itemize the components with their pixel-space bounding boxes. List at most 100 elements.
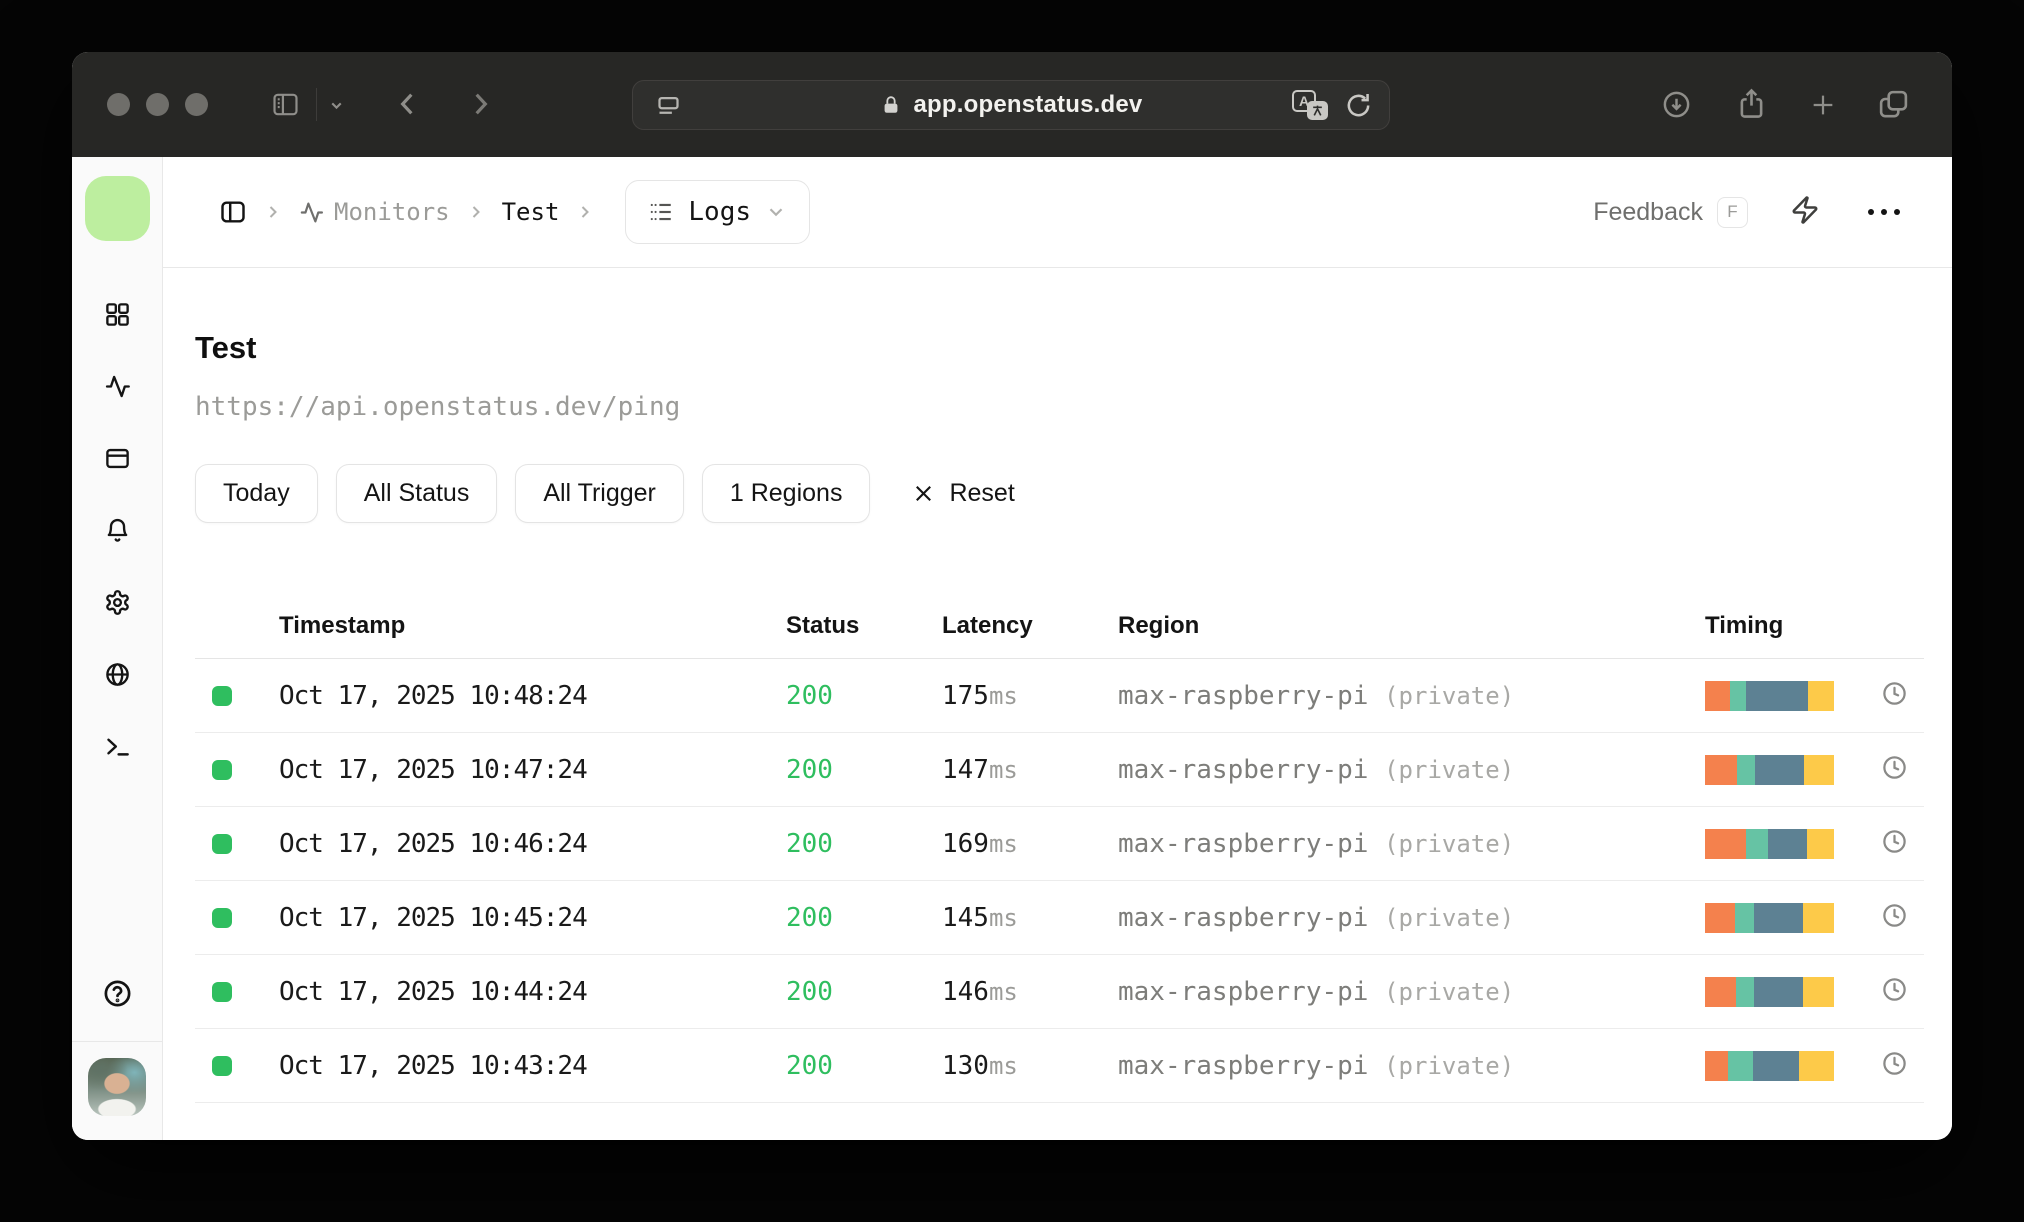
row-status-indicator-cell xyxy=(195,685,279,706)
status-pages-panel-icon[interactable] xyxy=(104,445,131,472)
row-detail-clock-icon[interactable] xyxy=(1869,754,1924,785)
timing-segment-ttfb xyxy=(1803,902,1834,933)
region-private-note: (private) xyxy=(1384,681,1515,710)
reload-icon[interactable] xyxy=(1344,91,1373,120)
monitors-activity-icon[interactable] xyxy=(104,373,131,400)
sidebar-menu-chevron-icon[interactable] xyxy=(328,97,345,114)
col-region: Region xyxy=(1118,611,1200,639)
filter-regions-button[interactable]: 1 Regions xyxy=(701,464,871,523)
screenshot-stage: app.openstatus.dev A Monitors Test Logs … xyxy=(0,0,2024,1222)
page-content: Test https://api.openstatus.dev/ping Tod… xyxy=(163,268,1952,1140)
reset-filters-button[interactable]: Reset xyxy=(912,479,1015,508)
row-region: max-raspberry-pi (private) xyxy=(1118,681,1705,711)
downloads-icon[interactable] xyxy=(1661,89,1692,120)
row-status-code: 200 xyxy=(786,976,833,1007)
latency-unit: ms xyxy=(988,1051,1018,1080)
zoom-window-button[interactable] xyxy=(185,93,208,116)
filter-status-button[interactable]: All Status xyxy=(335,464,498,523)
translate-icon[interactable]: A xyxy=(1292,90,1328,120)
log-row[interactable]: Oct 17, 2025 10:47:24 200 147ms max-raspber… xyxy=(195,733,1924,807)
panel-toggle-icon[interactable] xyxy=(219,198,247,226)
region-private-note: (private) xyxy=(1384,755,1515,784)
sidebar-bottom xyxy=(72,978,162,1140)
chevron-right-icon xyxy=(263,202,283,222)
timing-segment-ttfb xyxy=(1803,976,1834,1007)
safari-window: app.openstatus.dev A Monitors Test Logs … xyxy=(72,52,1952,1140)
address-bar[interactable]: app.openstatus.dev A xyxy=(632,80,1390,130)
col-latency: Latency xyxy=(942,611,1033,639)
row-timing-cell xyxy=(1705,754,1869,785)
page-title: Test xyxy=(195,330,257,365)
help-icon[interactable] xyxy=(102,978,133,1009)
more-options-icon[interactable] xyxy=(1868,209,1900,215)
logs-table-body: Oct 17, 2025 10:48:24 200 175ms max-raspber… xyxy=(195,659,1924,1103)
timing-bar xyxy=(1705,754,1834,785)
traffic-lights xyxy=(107,93,208,116)
row-detail-clock-icon[interactable] xyxy=(1869,976,1924,1007)
dashboard-grid-icon[interactable] xyxy=(104,301,131,328)
log-row[interactable]: Oct 17, 2025 10:48:24 200 175ms max-raspber… xyxy=(195,659,1924,733)
chevron-right-icon xyxy=(575,202,595,222)
timing-bar xyxy=(1705,680,1834,711)
notifications-bell-icon[interactable] xyxy=(104,517,131,544)
logs-table: Timestamp Status Latency Region Timing O… xyxy=(195,593,1924,1103)
timing-segment-dns xyxy=(1705,976,1736,1007)
log-row[interactable]: Oct 17, 2025 10:46:24 200 169ms max-raspber… xyxy=(195,807,1924,881)
row-detail-clock-icon[interactable] xyxy=(1869,828,1924,859)
row-timestamp: Oct 17, 2025 10:48:24 xyxy=(279,680,588,711)
forward-button-icon[interactable] xyxy=(464,88,496,120)
row-latency: 147ms xyxy=(942,755,1118,785)
timing-segment-connect xyxy=(1734,902,1754,933)
breadcrumb-monitors[interactable]: Monitors xyxy=(299,198,450,226)
latency-value: 146 xyxy=(942,976,989,1007)
back-button-icon[interactable] xyxy=(392,88,424,120)
row-status-indicator-cell xyxy=(195,759,279,780)
filter-bar: Today All Status All Trigger 1 Regions R… xyxy=(195,464,1924,523)
timing-segment-dns xyxy=(1705,902,1735,933)
row-timing-cell xyxy=(1705,976,1869,1007)
row-status-indicator-cell xyxy=(195,1055,279,1076)
region-name: max-raspberry-pi xyxy=(1118,976,1385,1007)
row-detail-clock-icon[interactable] xyxy=(1869,680,1924,711)
row-latency: 169ms xyxy=(942,829,1118,859)
success-indicator xyxy=(212,1055,232,1076)
row-status-indicator-cell xyxy=(195,981,279,1002)
lightning-icon[interactable] xyxy=(1790,195,1820,230)
browser-sidebar-toggle-icon[interactable] xyxy=(270,89,301,120)
log-row[interactable]: Oct 17, 2025 10:45:24 200 145ms max-raspber… xyxy=(195,881,1924,955)
timing-segment-ttfb xyxy=(1804,754,1834,785)
timing-segment-dns xyxy=(1705,754,1738,785)
regions-globe-icon[interactable] xyxy=(104,661,131,688)
logs-dropdown-button[interactable]: Logs xyxy=(625,180,811,244)
success-indicator xyxy=(212,833,232,854)
cli-terminal-icon[interactable] xyxy=(104,733,131,760)
timing-segment-connect xyxy=(1746,828,1769,859)
row-detail-clock-icon[interactable] xyxy=(1869,902,1924,933)
filter-trigger-button[interactable]: All Trigger xyxy=(515,464,684,523)
url-text: app.openstatus.dev xyxy=(913,91,1143,118)
minimize-window-button[interactable] xyxy=(146,93,169,116)
settings-gear-icon[interactable] xyxy=(104,589,131,616)
filter-period-button[interactable]: Today xyxy=(195,464,318,523)
col-status: Status xyxy=(786,611,860,639)
timing-segment-tls xyxy=(1746,680,1809,711)
row-timestamp: Oct 17, 2025 10:47:24 xyxy=(279,754,588,785)
log-row[interactable]: Oct 17, 2025 10:43:24 200 130ms max-raspber… xyxy=(195,1029,1924,1103)
feedback-button[interactable]: Feedback xyxy=(1593,198,1703,227)
new-tab-icon[interactable] xyxy=(1809,91,1837,119)
user-avatar[interactable] xyxy=(88,1058,146,1116)
log-row[interactable]: Oct 17, 2025 10:44:24 200 146ms max-raspber… xyxy=(195,955,1924,1029)
latency-unit: ms xyxy=(988,977,1018,1006)
success-indicator xyxy=(212,981,232,1002)
share-icon[interactable] xyxy=(1735,86,1768,121)
timing-segment-connect xyxy=(1729,680,1747,711)
breadcrumb-test[interactable]: Test xyxy=(502,198,560,226)
tab-overview-icon[interactable] xyxy=(1877,88,1910,121)
workspace-logo[interactable] xyxy=(84,176,150,241)
sidebar-divider xyxy=(72,1041,162,1042)
timing-bar xyxy=(1705,902,1834,933)
row-detail-clock-icon[interactable] xyxy=(1869,1050,1924,1081)
lock-icon xyxy=(880,93,902,117)
close-window-button[interactable] xyxy=(107,93,130,116)
region-private-note: (private) xyxy=(1384,903,1515,932)
